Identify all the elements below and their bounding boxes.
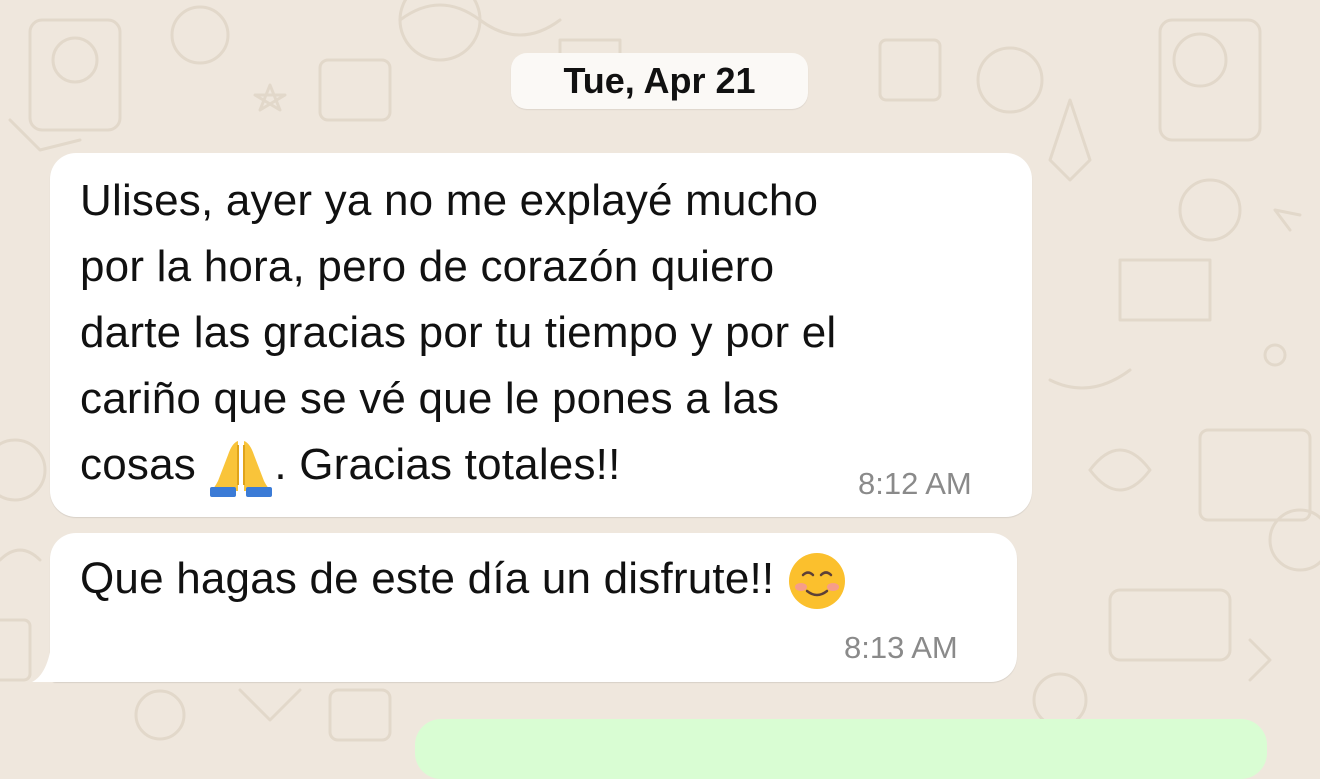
- incoming-message-bubble[interactable]: Que hagas de este día un disfrute!! 8:13…: [50, 533, 1017, 682]
- smiling-face-emoji: [788, 553, 845, 610]
- message-line: Ulises, ayer ya no me explayé mucho: [80, 176, 819, 225]
- message-text: Ulises, ayer ya no me explayé mucho por …: [80, 168, 836, 498]
- bubble-tail: [32, 640, 70, 682]
- message-timestamp: 8:13 AM: [844, 630, 958, 665]
- message-line: cariño que se vé que le pones a las: [80, 374, 780, 423]
- message-line: darte las gracias por tu tiempo y por el: [80, 308, 837, 357]
- folded-hands-emoji: [210, 441, 273, 498]
- message-timestamp: 8:12 AM: [858, 466, 972, 501]
- outgoing-message-bubble[interactable]: [415, 719, 1267, 779]
- date-separator: Tue, Apr 21: [511, 53, 808, 109]
- message-line-segment: Que hagas de este día un disfrute!!: [80, 554, 787, 603]
- message-line-segment: . Gracias totales!!: [274, 440, 621, 489]
- message-line: por la hora, pero de corazón quiero: [80, 242, 775, 291]
- incoming-message-bubble[interactable]: Ulises, ayer ya no me explayé mucho por …: [50, 153, 1032, 517]
- message-text: Que hagas de este día un disfrute!!: [80, 546, 847, 612]
- message-line-segment: cosas: [80, 440, 209, 489]
- message-line: cosas . Gracias totales!!: [80, 432, 836, 498]
